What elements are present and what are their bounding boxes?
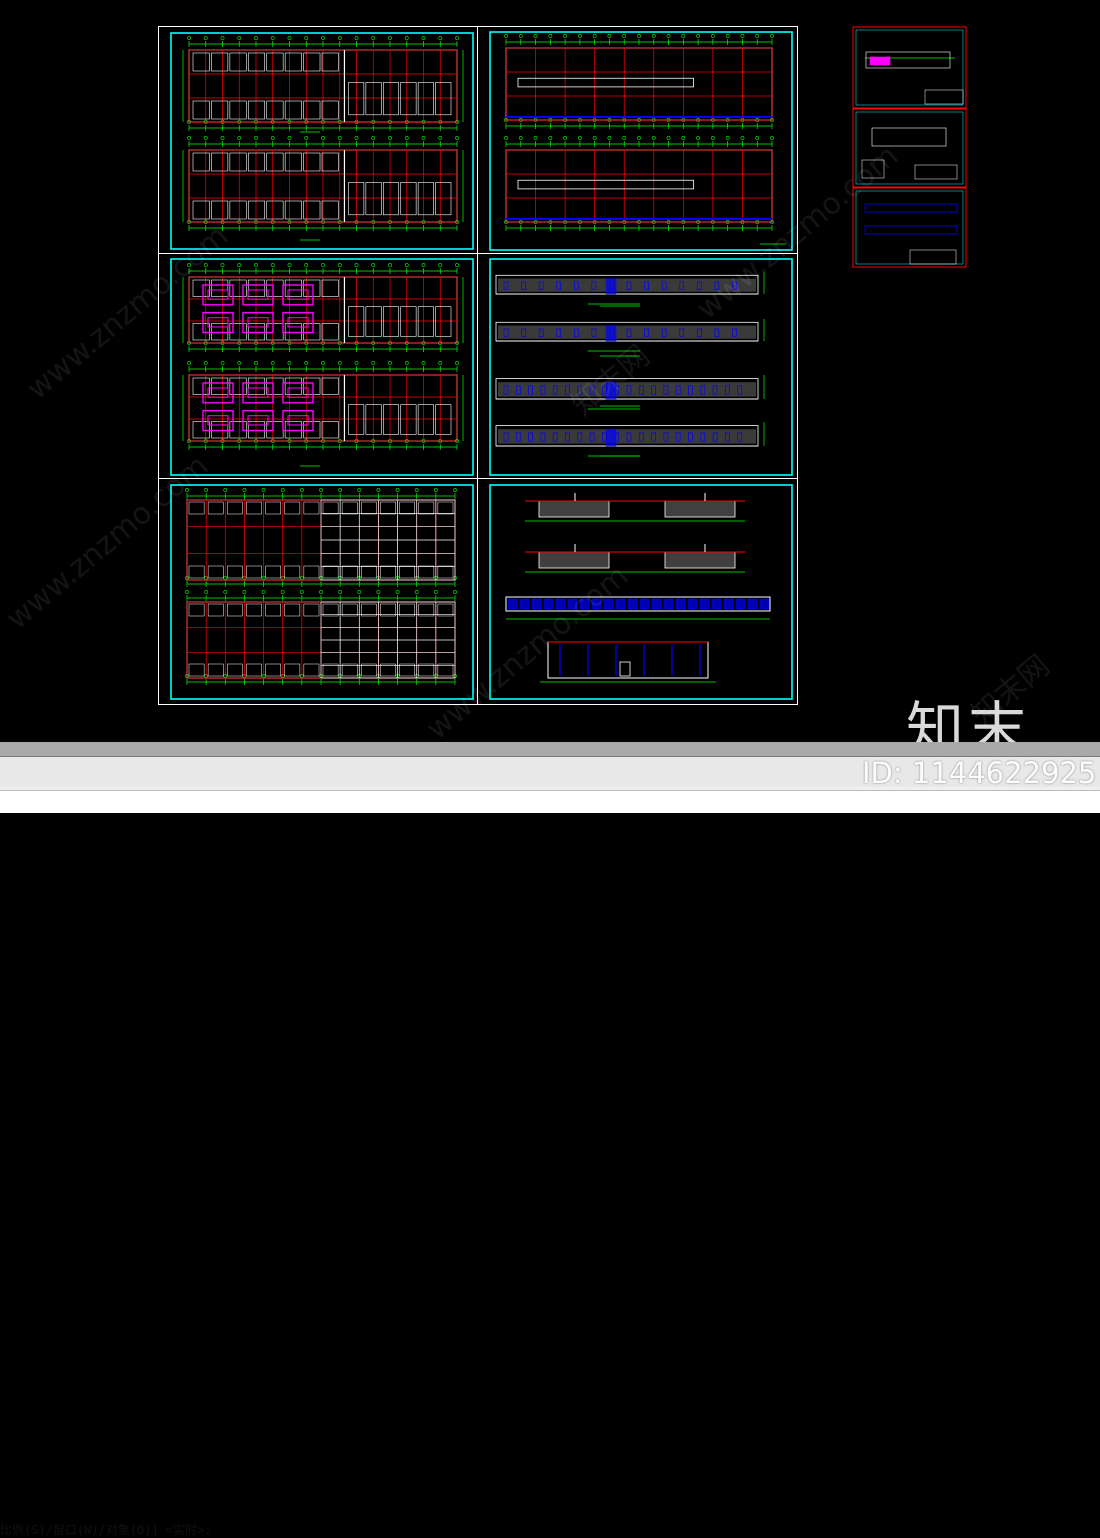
sheet-axis-grid-plan: [170, 484, 474, 700]
drawing-canvas[interactable]: [0, 0, 1100, 742]
command-line-separator[interactable]: [0, 742, 1100, 756]
command-prompt-text: 比例(S)/窗口(W)/对象(O)] <实时>:: [0, 1523, 212, 1537]
layout-thumbnails: [852, 26, 967, 268]
brand-logo: 知末: [906, 695, 1031, 742]
cad-model-space[interactable]: www.znzmo.com www.znzmo.com 知末网 www.znzm…: [0, 0, 1100, 742]
sheet-first-floor-plan: [170, 32, 474, 250]
sheet-roof-plan: [489, 31, 793, 251]
command-input[interactable]: [0, 790, 1100, 813]
sheet-furniture-plan: [170, 258, 474, 476]
sheet-elevations: [489, 258, 793, 476]
image-id-label: ID: 1144622925: [862, 756, 1097, 790]
sheet-sections: [489, 484, 793, 700]
